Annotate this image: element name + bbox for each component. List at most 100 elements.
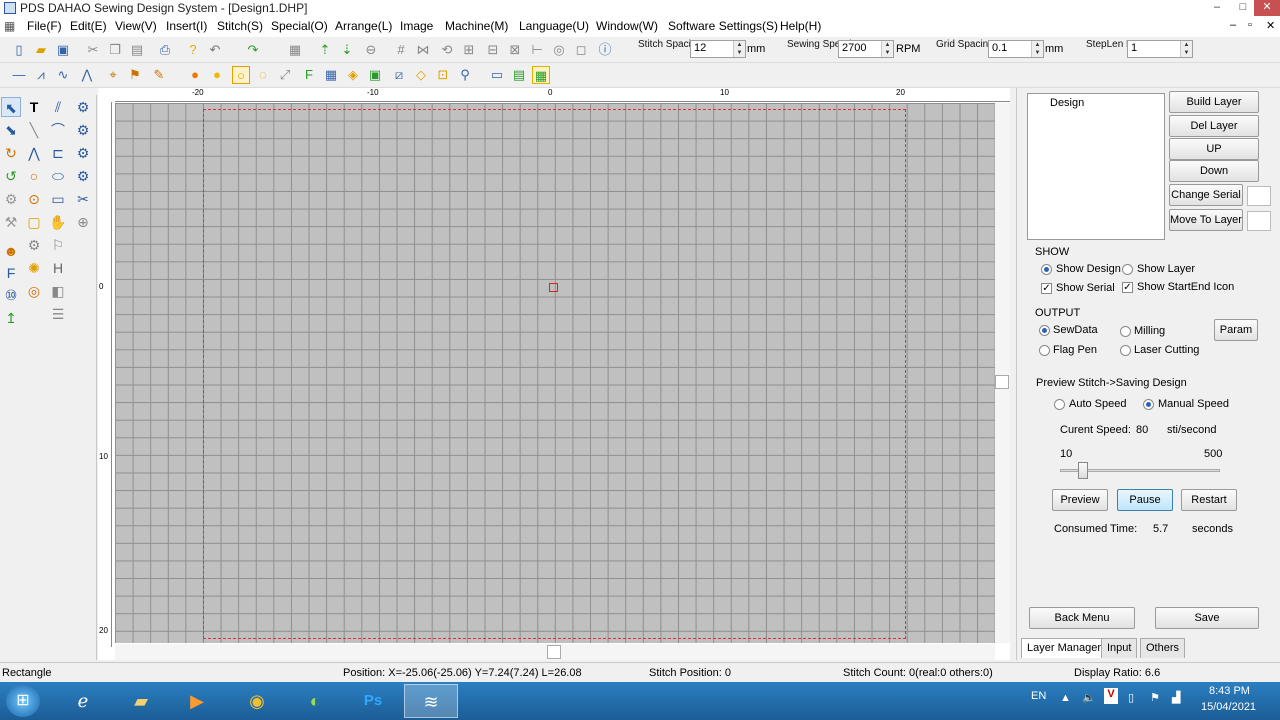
person-icon[interactable]: ☻ [1, 241, 21, 261]
pattern-tool-icon[interactable]: ⚙ [73, 97, 93, 117]
spin-arrows-icon[interactable]: ▲ ▼ [881, 41, 893, 57]
close-button[interactable]: ✕ [1254, 0, 1280, 16]
scissors-icon[interactable]: ✂ [73, 189, 93, 209]
vertical-scrollbar[interactable] [995, 103, 1010, 643]
shape-tool-icon[interactable]: ◧ [48, 281, 68, 301]
target-icon[interactable]: ◎ [550, 41, 568, 59]
text-icon[interactable]: T [24, 97, 44, 117]
spin-arrows-icon[interactable]: ▲ ▼ [1031, 41, 1043, 57]
change-serial-button[interactable]: Change Serial [1169, 184, 1243, 206]
vertical-scroll-thumb[interactable] [995, 375, 1009, 389]
pattern-grid-icon[interactable]: ▦ [322, 66, 340, 84]
column-tool-icon[interactable]: H [48, 258, 68, 278]
change-serial-input[interactable] [1247, 186, 1271, 206]
image-icon[interactable]: ▣ [366, 66, 384, 84]
internet-explorer-icon[interactable]: ℯ [56, 684, 110, 718]
menu-view[interactable]: View(V) [115, 19, 157, 33]
new-file-icon[interactable]: ▯ [10, 41, 28, 59]
build-layer-button[interactable]: Build Layer [1169, 91, 1259, 113]
file-explorer-icon[interactable]: ▰ [114, 684, 168, 718]
ellipse-tool-icon[interactable]: ⬭ [48, 166, 68, 186]
pause-button[interactable]: Pause [1117, 489, 1173, 511]
yellow-circle-icon[interactable]: ● [208, 66, 226, 84]
pattern-tool-3-icon[interactable]: ⚙ [73, 143, 93, 163]
tab-layer-manager[interactable]: Layer Manager [1021, 638, 1107, 658]
copy-icon[interactable]: ❐ [106, 41, 124, 59]
menu-insert[interactable]: Insert(I) [166, 19, 207, 33]
laser-cutting-radio[interactable] [1120, 345, 1131, 356]
start-point-icon[interactable]: ⌖ [104, 66, 122, 84]
volume-icon[interactable]: 🔈 [1082, 691, 1096, 704]
bezier-tool-icon[interactable]: ⊏ [48, 143, 68, 163]
grid-icon[interactable]: # [392, 41, 410, 59]
help-icon[interactable]: ? [184, 41, 202, 59]
mdi-close-button[interactable]: ✕ [1266, 19, 1275, 32]
step-tool-icon[interactable]: ↥ [1, 308, 21, 328]
grid-spacing-input[interactable]: 0.1 ▲ ▼ [988, 40, 1044, 58]
rotate-tool-icon[interactable]: ↻ [1, 143, 21, 163]
satin-stitch-icon[interactable]: ⋀ [78, 66, 96, 84]
pattern-tool-4-icon[interactable]: ⚙ [73, 166, 93, 186]
hand-tool-icon[interactable]: ✋ [48, 212, 68, 232]
paste-icon[interactable]: ▤ [128, 41, 146, 59]
start-marker-icon[interactable]: ⚑ [126, 66, 144, 84]
chrome-icon[interactable]: ◉ [230, 684, 284, 718]
menu-window[interactable]: Window(W) [596, 19, 658, 33]
manual-speed-radio[interactable] [1143, 399, 1154, 410]
save-button[interactable]: Save [1155, 607, 1259, 629]
menu-special[interactable]: Special(O) [271, 19, 328, 33]
media-player-icon[interactable]: ▶ [170, 684, 224, 718]
list-tool-icon[interactable]: ☰ [48, 304, 68, 324]
spin-arrows-icon[interactable]: ▲ ▼ [733, 41, 745, 57]
align-icon[interactable]: ⊟ [484, 41, 502, 59]
frame-tool-icon[interactable]: ▢ [24, 212, 44, 232]
up-button[interactable]: UP [1169, 138, 1259, 160]
node-icon[interactable]: ◇ [412, 66, 430, 84]
scale-icon[interactable]: ⊞ [460, 41, 478, 59]
steplen-rate-input[interactable]: 1 ▲ ▼ [1127, 40, 1193, 58]
menu-arrange[interactable]: Arrange(L) [335, 19, 392, 33]
sun-icon[interactable]: ✺ [24, 258, 44, 278]
square-icon[interactable]: ◻ [572, 41, 590, 59]
layer-item[interactable]: Design [1050, 97, 1084, 109]
polyline-tool-icon[interactable]: ⋀ [24, 143, 44, 163]
f-icon[interactable]: F [300, 66, 318, 84]
wave-stitch-icon[interactable]: ∿ [54, 66, 72, 84]
show-startend-checkbox[interactable]: ✓ [1122, 282, 1133, 293]
menu-machine[interactable]: Machine(M) [445, 19, 508, 33]
circle-center-icon[interactable]: ⊙ [24, 189, 44, 209]
chart-icon[interactable]: ▤ [510, 66, 528, 84]
minimize-button[interactable]: – [1204, 0, 1230, 16]
grid-toggle-icon[interactable]: ▦ [532, 66, 550, 84]
number-tool-icon[interactable]: ⑩ [1, 285, 21, 305]
tab-input[interactable]: Input [1101, 638, 1138, 658]
action-center-icon[interactable]: ⚑ [1150, 691, 1160, 704]
rotate-icon[interactable]: ⟲ [438, 41, 456, 59]
save-disk-icon[interactable]: ▣ [54, 41, 72, 59]
spiral-icon[interactable]: ◎ [24, 281, 44, 301]
select-frame-icon[interactable]: ⊡ [434, 66, 452, 84]
mdi-minimize-button[interactable]: – [1230, 19, 1236, 31]
tab-others[interactable]: Others [1140, 638, 1186, 658]
spin-arrows-icon[interactable]: ▲ ▼ [1180, 41, 1192, 57]
distribute-icon[interactable]: ⊠ [506, 41, 524, 59]
menu-software-settings[interactable]: Software Settings(S) [668, 19, 778, 33]
frame-icon[interactable]: ▦ [286, 41, 304, 59]
crosshair-icon[interactable]: ⊕ [73, 212, 93, 232]
menu-edit[interactable]: Edit(E) [70, 19, 107, 33]
diagonal-icon[interactable]: ⤢ [276, 66, 294, 84]
zoom-icon[interactable]: ⚲ [456, 66, 474, 84]
param-button[interactable]: Param [1214, 319, 1258, 341]
tool-disabled-1-icon[interactable]: ⚒ [1, 212, 21, 232]
horizontal-scrollbar[interactable] [115, 644, 995, 660]
menu-help[interactable]: Help(H) [780, 19, 821, 33]
print-icon[interactable]: ⎙ [156, 41, 174, 59]
pen-icon[interactable]: ✎ [150, 66, 168, 84]
curve-tool-icon[interactable]: ⌒ [48, 120, 68, 140]
menu-stitch[interactable]: Stitch(S) [217, 19, 263, 33]
measure-icon[interactable]: ⊢ [528, 41, 546, 59]
start-button-icon[interactable]: ⊞ [6, 685, 40, 717]
zigzag-stitch-icon[interactable]: ⩘ [32, 66, 50, 84]
doc-icon[interactable]: ▦ [4, 19, 15, 33]
del-layer-button[interactable]: Del Layer [1169, 115, 1259, 137]
